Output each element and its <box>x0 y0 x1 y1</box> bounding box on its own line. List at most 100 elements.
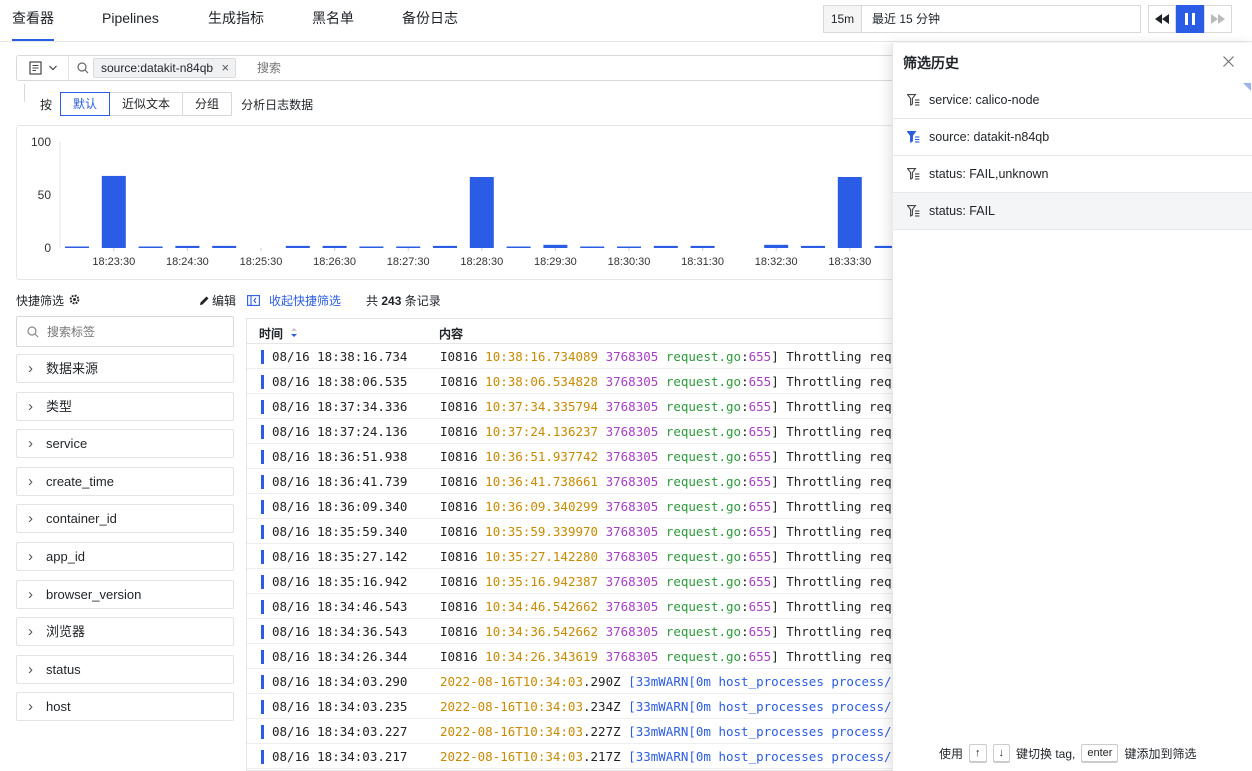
log-line: 655 <box>748 399 772 414</box>
histogram-bar[interactable] <box>101 175 126 248</box>
histogram-bar[interactable] <box>175 245 200 248</box>
histogram-bar[interactable] <box>65 246 89 249</box>
histogram-bar[interactable] <box>580 246 605 249</box>
close-icon[interactable] <box>1223 56 1234 67</box>
table-row[interactable]: 08/16 18:35:27.142 I0816 10:35:27.142280 … <box>247 544 895 569</box>
mode-default-button[interactable]: 默认 <box>60 92 111 116</box>
status-bar <box>261 600 264 614</box>
record-count-suffix: 条记录 <box>404 294 441 308</box>
quick-filter-item[interactable]: › 浏览器 <box>16 617 234 647</box>
sort-icon[interactable] <box>290 328 298 337</box>
quick-filter-item[interactable]: › service <box>16 429 234 459</box>
log-line: 655 <box>748 574 772 589</box>
close-icon[interactable]: × <box>221 59 229 77</box>
log-pid: 3768305 <box>605 449 659 464</box>
histogram-bar[interactable] <box>837 176 862 248</box>
quick-filter-item[interactable]: › container_id <box>16 504 234 534</box>
status-bar <box>261 350 264 364</box>
search-tag[interactable]: source:datakit-n84qb × <box>93 58 237 78</box>
table-row[interactable]: 08/16 18:34:26.344 I0816 10:34:26.343619 … <box>247 644 895 669</box>
fast-forward-icon[interactable] <box>1204 5 1232 33</box>
quick-filter-item[interactable]: › 数据来源 <box>16 354 234 383</box>
rewind-icon[interactable] <box>1148 5 1176 33</box>
log-time: 08/16 18:38:16.734 <box>272 349 408 364</box>
mode-group-button[interactable]: 分组 <box>182 92 233 116</box>
table-row[interactable]: 08/16 18:34:36.543 I0816 10:34:36.542662 … <box>247 619 895 644</box>
table-row[interactable]: 08/16 18:38:06.535 I0816 10:38:06.534828 … <box>247 369 895 394</box>
history-item[interactable]: status: FAIL,unknown <box>893 156 1252 193</box>
history-item[interactable]: source: datakit-n84qb <box>893 119 1252 156</box>
table-row[interactable]: 08/16 18:36:09.340 I0816 10:36:09.340299 … <box>247 494 895 519</box>
log-timestamp: 10:37:34.335794 <box>485 399 599 414</box>
column-time[interactable]: 时间 <box>259 325 283 342</box>
history-item[interactable]: status: FAIL <box>893 193 1252 230</box>
quick-filter-item[interactable]: › create_time <box>16 466 234 496</box>
history-item[interactable]: service: calico-node <box>893 82 1252 119</box>
histogram-bar[interactable] <box>469 176 494 248</box>
log-level: I0816 <box>440 424 478 439</box>
tab-blacklist[interactable]: 黑名单 <box>312 0 354 42</box>
table-row[interactable]: 08/16 18:34:03.290 2022-08-16T10:34:03.29… <box>247 669 895 694</box>
histogram-bar[interactable] <box>801 245 825 248</box>
histogram-bar[interactable] <box>617 246 641 249</box>
table-row[interactable]: 08/16 18:34:46.543 I0816 10:34:46.542662 … <box>247 594 895 619</box>
log-message: ] Throttling reques <box>771 374 895 389</box>
histogram-bar[interactable] <box>396 246 421 249</box>
table-row[interactable]: 08/16 18:34:03.235 2022-08-16T10:34:03.23… <box>247 694 896 719</box>
table-row[interactable]: 08/16 18:37:24.136 I0816 10:37:24.136237 … <box>247 419 895 444</box>
histogram-bar[interactable] <box>690 245 715 248</box>
histogram-bar[interactable] <box>212 245 237 248</box>
quick-filter-item[interactable]: › host <box>16 692 234 722</box>
edit-button[interactable]: 编辑 <box>199 292 236 309</box>
tab-viewer[interactable]: 查看器 <box>12 0 54 41</box>
quick-filter-item[interactable]: › browser_version <box>16 579 234 609</box>
table-row[interactable]: 08/16 18:37:34.336 I0816 10:37:34.335794 … <box>247 394 895 419</box>
table-row[interactable]: 08/16 18:35:16.942 I0816 10:35:16.942387 … <box>247 569 895 594</box>
time-preset-button[interactable]: 15m <box>823 5 862 33</box>
collapse-quick-filter-button[interactable]: 收起快捷筛选 <box>247 292 341 309</box>
log-message: ] Throttling reques <box>771 649 895 664</box>
x-tick-label: 18:27:30 <box>387 256 430 268</box>
log-level: I0816 <box>440 524 478 539</box>
time-range-input[interactable]: 最近 15 分钟 <box>861 5 1141 33</box>
time-range-picker[interactable]: 15m 最近 15 分钟 <box>823 5 1141 33</box>
log-file: request.go <box>665 499 742 514</box>
table-row[interactable]: 08/16 18:35:59.340 I0816 10:35:59.339970 … <box>247 519 895 544</box>
tab-backup-logs[interactable]: 备份日志 <box>402 0 458 42</box>
histogram-bar[interactable] <box>433 245 457 248</box>
quick-filter-item[interactable]: › status <box>16 654 234 684</box>
histogram-bar[interactable] <box>322 245 347 248</box>
quick-filter-item[interactable]: › 类型 <box>16 391 234 421</box>
x-tick-label: 18:28:30 <box>460 256 503 268</box>
histogram-bar[interactable] <box>653 245 678 248</box>
tab-generate-metrics[interactable]: 生成指标 <box>208 0 264 42</box>
table-row[interactable]: 08/16 18:38:16.734 I0816 10:38:16.734089 … <box>247 344 895 369</box>
table-row[interactable]: 08/16 18:36:51.938 I0816 10:36:51.937742 … <box>247 444 895 469</box>
quick-filter-title: 快捷筛选 <box>16 294 65 308</box>
tag-search-input[interactable] <box>47 323 227 341</box>
search-mode-dropdown[interactable] <box>17 56 69 80</box>
search-input[interactable] <box>257 59 457 77</box>
histogram-bar[interactable] <box>764 244 789 248</box>
histogram-bar[interactable] <box>359 246 384 249</box>
log-message: [33mWARN[0m host_processes process/in <box>628 699 896 714</box>
log-time: 08/16 18:37:34.336 <box>272 399 408 414</box>
histogram-bar[interactable] <box>138 246 163 249</box>
quick-filter-header: 快捷筛选 编辑 收起快捷筛选 共 243 条记录 <box>16 290 896 308</box>
gear-icon[interactable] <box>69 294 80 305</box>
mode-similar-text-button[interactable]: 近似文本 <box>109 92 184 116</box>
table-row[interactable]: 08/16 18:36:41.739 I0816 10:36:41.738661 … <box>247 469 895 494</box>
table-row[interactable]: 08/16 18:34:03.217 2022-08-16T10:34:03.21… <box>247 744 895 769</box>
quick-filter-item[interactable]: › app_id <box>16 542 234 571</box>
log-content: I0816 10:35:59.339970 3768305 request.go… <box>440 524 895 539</box>
histogram-bar[interactable] <box>285 245 310 248</box>
log-time: 08/16 18:34:36.543 <box>272 624 408 639</box>
tab-pipelines[interactable]: Pipelines <box>102 0 159 42</box>
table-row[interactable]: 08/16 18:34:03.227 2022-08-16T10:34:03.22… <box>247 719 895 744</box>
status-bar <box>261 725 264 739</box>
histogram-bar[interactable] <box>543 244 568 248</box>
log-content: 2022-08-16T10:34:03.227Z [33mWARN[0m hos… <box>440 724 895 739</box>
log-time: 08/16 18:36:51.938 <box>272 449 408 464</box>
pause-icon[interactable] <box>1176 5 1204 33</box>
histogram-bar[interactable] <box>506 246 531 249</box>
